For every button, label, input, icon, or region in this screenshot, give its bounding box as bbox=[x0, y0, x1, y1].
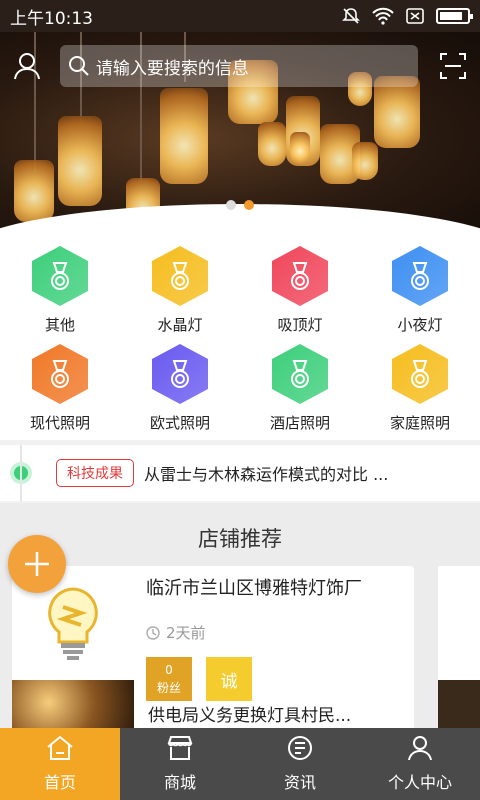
status-bar: 上午10:13 bbox=[0, 0, 480, 32]
tab-label: 首页 bbox=[43, 773, 76, 792]
category-icon bbox=[152, 246, 208, 306]
tab-home[interactable]: 首页 bbox=[0, 728, 120, 800]
category-label: 水晶灯 bbox=[157, 316, 203, 334]
plus-icon bbox=[25, 552, 49, 576]
category-label: 家庭照明 bbox=[389, 414, 450, 432]
status-icons bbox=[342, 7, 473, 25]
next-shop-card-peek[interactable] bbox=[438, 566, 480, 728]
home-icon bbox=[46, 735, 74, 765]
category-icon bbox=[32, 344, 88, 404]
fans-label: 粉丝 bbox=[156, 681, 181, 695]
clock-icon bbox=[146, 625, 160, 640]
shop-photo bbox=[12, 680, 134, 728]
carousel-dot[interactable] bbox=[226, 200, 236, 210]
carousel-dot-active[interactable] bbox=[244, 200, 254, 210]
shop-icon bbox=[166, 735, 194, 765]
scan-icon bbox=[440, 53, 467, 79]
news-icon bbox=[286, 735, 314, 765]
category-label: 欧式照明 bbox=[149, 414, 210, 432]
timeline-line bbox=[20, 445, 22, 501]
category-item[interactable]: 现代照明 bbox=[0, 342, 120, 440]
carousel-indicators bbox=[0, 200, 480, 210]
news-headline[interactable]: 从雷士与木林森运作模式的对比 ... bbox=[144, 461, 388, 485]
category-item[interactable]: 家庭照明 bbox=[360, 342, 480, 440]
tab-user[interactable]: 个人中心 bbox=[360, 728, 480, 800]
medal-icon bbox=[51, 360, 69, 388]
category-item[interactable]: 欧式照明 bbox=[120, 342, 240, 440]
medal-icon bbox=[411, 360, 429, 388]
category-icon bbox=[272, 246, 328, 306]
profile-button[interactable] bbox=[12, 51, 42, 81]
medal-icon bbox=[411, 262, 429, 290]
category-item[interactable]: 吸顶灯 bbox=[240, 244, 360, 342]
category-label: 酒店照明 bbox=[269, 414, 330, 432]
category-icon bbox=[32, 246, 88, 306]
category-icon bbox=[272, 344, 328, 404]
status-time: 上午10:13 bbox=[10, 8, 93, 29]
shop-name[interactable]: 临沂市兰山区博雅特灯饰厂 bbox=[146, 574, 402, 600]
category-icon bbox=[392, 344, 448, 404]
category-label: 吸顶灯 bbox=[277, 316, 323, 334]
category-label: 小夜灯 bbox=[397, 316, 443, 334]
tab-label: 个人中心 bbox=[387, 773, 452, 792]
shop-time: 2天前 bbox=[146, 622, 402, 643]
next-shop-photo bbox=[438, 680, 480, 728]
category-label: 其他 bbox=[44, 316, 75, 334]
tab-label: 资讯 bbox=[283, 773, 316, 792]
banner-curve bbox=[0, 204, 480, 244]
top-bar: 请输入要搜索的信息 bbox=[0, 44, 480, 88]
medal-icon bbox=[51, 262, 69, 290]
search-input[interactable]: 请输入要搜索的信息 bbox=[59, 45, 419, 87]
medal-icon bbox=[291, 262, 309, 290]
shop-next-title[interactable]: 供电局义务更换灯具村民... bbox=[148, 701, 351, 726]
shop-recommend-section: 店铺推荐 临沂市兰山区博雅特灯饰厂 2天前 0 粉丝 诚 供电局义务更换灯具村民… bbox=[0, 503, 480, 728]
tab-label: 商城 bbox=[163, 773, 196, 792]
tab-shop[interactable]: 商城 bbox=[120, 728, 240, 800]
sim-icon bbox=[406, 8, 424, 24]
category-item[interactable]: 其他 bbox=[0, 244, 120, 342]
medal-icon bbox=[171, 262, 189, 290]
search-icon bbox=[68, 56, 89, 76]
category-label: 现代照明 bbox=[29, 414, 90, 432]
medal-icon bbox=[171, 360, 189, 388]
user-icon bbox=[13, 53, 40, 80]
lightbulb-icon bbox=[48, 587, 98, 660]
section-title: 店铺推荐 bbox=[198, 527, 282, 551]
fans-badge[interactable]: 0 粉丝 bbox=[146, 657, 192, 701]
category-item[interactable]: 酒店照明 bbox=[240, 342, 360, 440]
news-tag: 科技成果 bbox=[56, 459, 134, 487]
mute-icon bbox=[342, 8, 360, 24]
wifi-icon bbox=[372, 7, 394, 25]
category-grid: 其他 水晶灯 吸顶灯 小夜灯现代照明 欧式照明 酒店照明 家庭照明 bbox=[0, 244, 480, 440]
category-item[interactable]: 小夜灯 bbox=[360, 244, 480, 342]
medal-icon bbox=[291, 360, 309, 388]
add-button[interactable] bbox=[8, 535, 66, 593]
battery-icon bbox=[436, 8, 473, 24]
search-placeholder: 请输入要搜索的信息 bbox=[95, 58, 249, 79]
integrity-badge: 诚 bbox=[206, 657, 252, 701]
category-icon bbox=[152, 344, 208, 404]
bottom-tab-bar: 首页 商城 资讯 个人中心 bbox=[0, 728, 480, 800]
news-ticker[interactable]: 科技成果 从雷士与木林森运作模式的对比 ... bbox=[0, 445, 480, 501]
fans-count: 0 bbox=[165, 663, 173, 677]
category-icon bbox=[392, 246, 448, 306]
category-item[interactable]: 水晶灯 bbox=[120, 244, 240, 342]
tab-news[interactable]: 资讯 bbox=[240, 728, 360, 800]
shop-badges: 0 粉丝 诚 bbox=[146, 657, 402, 701]
user-icon bbox=[406, 735, 434, 765]
scan-button[interactable] bbox=[438, 51, 468, 81]
shop-time-text: 2天前 bbox=[166, 624, 206, 642]
